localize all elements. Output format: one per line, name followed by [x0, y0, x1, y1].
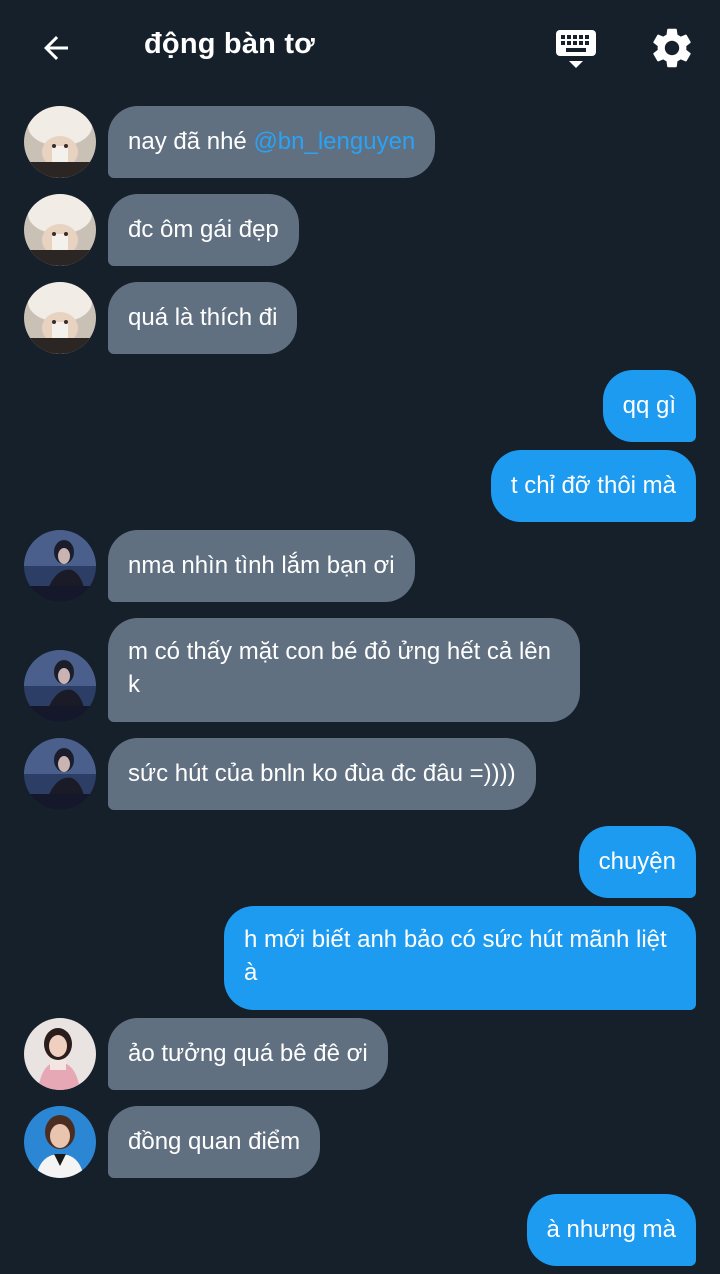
message-text: đồng quan điểm — [128, 1128, 301, 1155]
message-bubble[interactable]: qq gì — [602, 370, 696, 442]
avatar-white-hat — [24, 106, 96, 178]
message-bubble[interactable]: đc ôm gái đẹp — [108, 194, 299, 266]
message-text: quá là thích đi — [128, 304, 278, 331]
avatar-blue-girl — [24, 1106, 96, 1178]
message-bubble[interactable]: m có thấy mặt con bé đỏ ửng hết cả lên k — [108, 618, 580, 722]
message-text: chuyện — [598, 848, 676, 875]
message-bubble[interactable]: ảo tưởng quá bê đê ơi — [108, 1018, 388, 1090]
avatar-dark-girl — [24, 738, 96, 810]
keyboard-button[interactable] — [552, 24, 600, 72]
settings-button[interactable] — [648, 24, 696, 72]
message-text: đc ôm gái đẹp — [128, 216, 279, 243]
avatar[interactable] — [24, 1018, 96, 1090]
message-text: sức hút của bnln ko đùa đc đâu =)))) — [128, 760, 516, 787]
message-bubble[interactable]: quá là thích đi — [108, 282, 298, 354]
message-row: nay đã nhé @bn_lenguyen — [0, 106, 720, 178]
message-text: qq gì — [622, 392, 676, 419]
gear-icon — [653, 28, 691, 68]
message-row: sức hút của bnln ko đùa đc đâu =)))) — [0, 738, 720, 810]
avatar[interactable] — [24, 530, 96, 602]
message-bubble[interactable]: h mới biết anh bảo có sức hút mãnh liệt … — [224, 906, 696, 1010]
message-row: ảo tưởng quá bê đê ơi — [0, 1018, 720, 1090]
avatar[interactable] — [24, 738, 96, 810]
avatar[interactable] — [24, 1106, 96, 1178]
back-button[interactable] — [34, 26, 78, 70]
message-row: m có thấy mặt con bé đỏ ửng hết cả lên k — [0, 618, 720, 722]
message-text: t chỉ đỡ thôi mà — [510, 472, 676, 499]
message-text: à nhưng mà — [546, 1216, 676, 1243]
message-text: ảo tưởng quá bê đê ơi — [128, 1040, 368, 1067]
message-bubble[interactable]: đồng quan điểm — [108, 1106, 321, 1178]
message-row: h mới biết anh bảo có sức hút mãnh liệt … — [0, 906, 720, 1010]
message-text: m có thấy mặt con bé đỏ ửng hết cả lên k — [128, 638, 551, 698]
message-row: nma nhìn tình lắm bạn ơi — [0, 530, 720, 602]
message-text: nma nhìn tình lắm bạn ơi — [128, 552, 395, 579]
message-bubble[interactable]: sức hút của bnln ko đùa đc đâu =)))) — [108, 738, 536, 810]
message-text: nay đã nhé — [128, 128, 254, 155]
avatar[interactable] — [24, 194, 96, 266]
message-row: đc ôm gái đẹp — [0, 194, 720, 266]
avatar-white-hat — [24, 194, 96, 266]
message-row: quá là thích đi — [0, 282, 720, 354]
avatar-dark-girl — [24, 530, 96, 602]
user-mention-link[interactable]: @bn_lenguyen — [253, 128, 415, 155]
message-row: qq gì — [0, 370, 720, 442]
message-bubble[interactable]: à nhưng mà — [526, 1194, 696, 1266]
keyboard-icon — [556, 30, 596, 68]
avatar[interactable] — [24, 650, 96, 722]
message-bubble[interactable]: t chỉ đỡ thôi mà — [490, 450, 696, 522]
message-bubble[interactable]: nay đã nhé @bn_lenguyen — [108, 106, 436, 178]
avatar-dark-girl — [24, 650, 96, 722]
message-bubble[interactable]: chuyện — [578, 826, 696, 898]
page-title: động bàn tơ — [144, 28, 316, 60]
back-arrow-icon — [44, 36, 68, 60]
message-text: h mới biết anh bảo có sức hút mãnh liệt … — [244, 926, 667, 986]
message-bubble[interactable]: nma nhìn tình lắm bạn ơi — [108, 530, 415, 602]
avatar-white-hat — [24, 282, 96, 354]
chat-header: động bàn tơ — [0, 0, 720, 96]
message-row: à nhưng mà — [0, 1194, 720, 1266]
message-row: chuyện — [0, 826, 720, 898]
message-row: đồng quan điểm — [0, 1106, 720, 1178]
message-row: t chỉ đỡ thôi mà — [0, 450, 720, 522]
avatar[interactable] — [24, 106, 96, 178]
avatar-pink-girl — [24, 1018, 96, 1090]
avatar[interactable] — [24, 282, 96, 354]
